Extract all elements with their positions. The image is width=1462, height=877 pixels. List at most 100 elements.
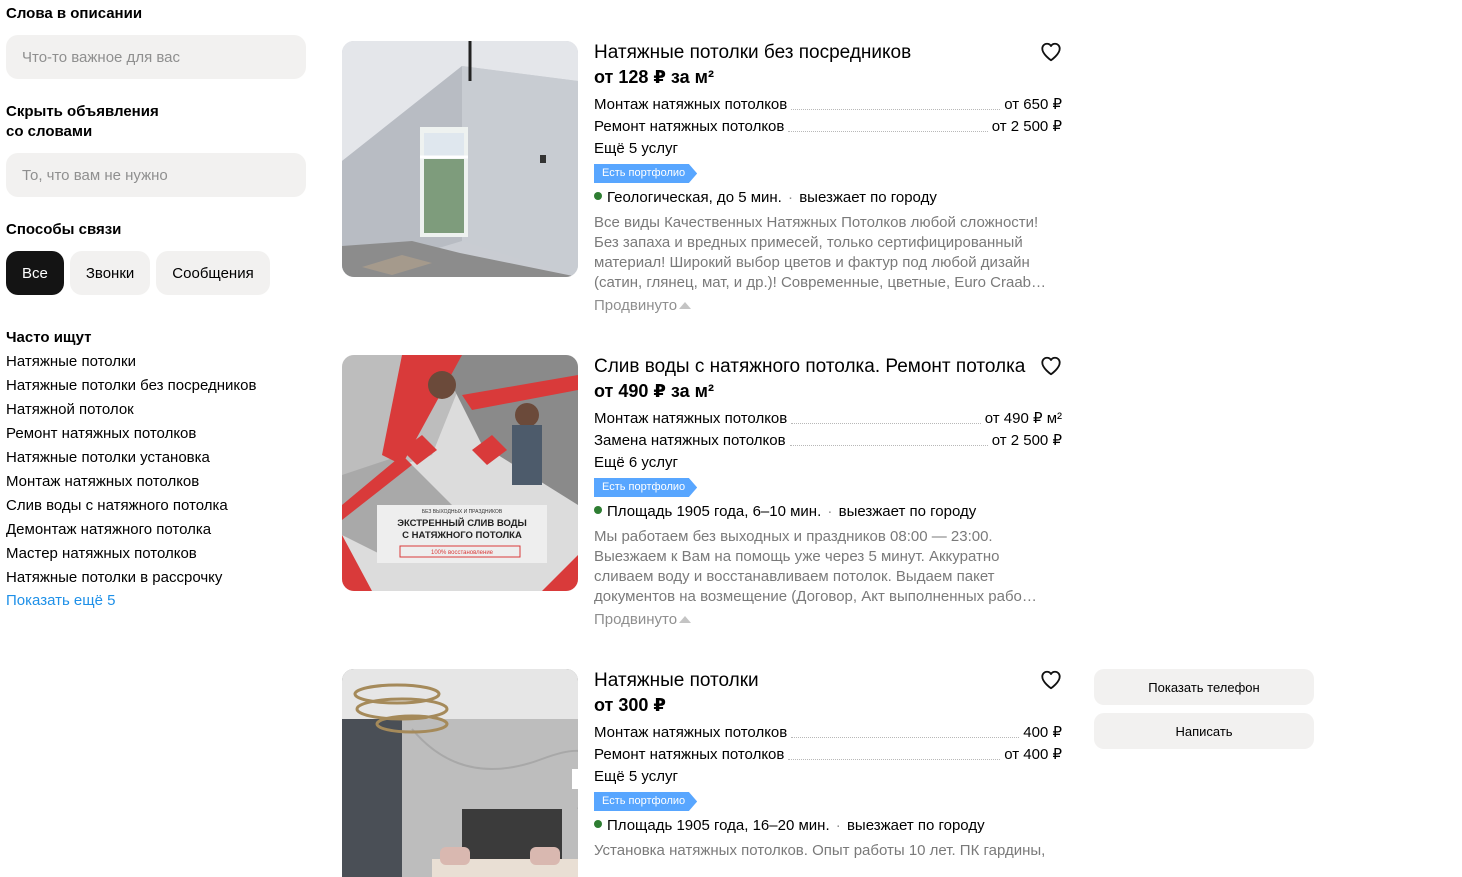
promoted-text: Продвинуто (594, 297, 678, 314)
listing-card[interactable]: БЕЗ ВЫХОДНЫХ И ПРАЗДНИКОВ ЭКСТРЕННЫЙ СЛИ… (342, 355, 1072, 655)
more-services-link[interactable]: Ещё 5 услуг (594, 766, 1062, 788)
listing-photo[interactable]: БЕЗ ВЫХОДНЫХ И ПРАЗДНИКОВ ЭКСТРЕННЫЙ СЛИ… (342, 355, 578, 591)
desc-words-title: Слова в описании (6, 5, 143, 22)
image-headline-line2: С НАТЯЖНОГО ПОТОЛКА (402, 530, 522, 541)
image-headline-line1: ЭКСТРЕННЫЙ СЛИВ ВОДЫ (397, 517, 527, 529)
contact-option-calls[interactable]: Звонки (69, 251, 151, 295)
service-name: Монтаж натяжных потолков (594, 410, 788, 427)
contact-methods-chips: Все Звонки Сообщения (6, 251, 270, 295)
hide-words-title-line1: Скрыть объявления (6, 103, 159, 120)
service-name: Ремонт натяжных потолков (594, 118, 785, 135)
location: Площадь 1905 года, 6–10 мин. · выезжает … (594, 501, 1062, 523)
promoted-arrow-icon (679, 616, 692, 623)
listing-title[interactable]: Натяжные потолки (594, 669, 1062, 693)
listing-info: Натяжные потолки от 300 ₽ Монтаж натяжны… (594, 669, 1062, 863)
portfolio-badge[interactable]: Есть портфолио (594, 478, 698, 497)
frequent-item[interactable]: Натяжные потолки установка (6, 446, 306, 470)
listing-card[interactable]: Натяжные потолки от 300 ₽ Монтаж натяжны… (342, 669, 1072, 877)
location-text: Площадь 1905 года, 6–10 мин. (607, 503, 822, 520)
dotted-leader (791, 737, 1020, 738)
listing-description: Все виды Качественных Натяжных Потолков … (594, 214, 1047, 291)
listing-photo[interactable] (342, 669, 578, 877)
hide-words-title: Скрыть объявления со словами (6, 102, 159, 142)
separator-dot: · (783, 189, 798, 206)
service-row: Монтаж натяжных потолков от 490 ₽ м² (594, 408, 1062, 430)
online-dot-icon (594, 820, 602, 828)
favorite-heart-icon[interactable] (1040, 355, 1062, 377)
service-price: от 400 ₽ (1004, 746, 1062, 763)
contact-option-all[interactable]: Все (6, 251, 64, 295)
listing-card[interactable]: Натяжные потолки без посредников от 128 … (342, 41, 1072, 341)
promoted-label: Продвинуто (594, 295, 1062, 317)
more-services-link[interactable]: Ещё 5 услуг (594, 138, 1062, 160)
online-dot-icon (594, 192, 602, 200)
dotted-leader (789, 445, 988, 446)
frequent-item[interactable]: Натяжные потолки без посредников (6, 374, 306, 398)
frequent-item[interactable]: Слив воды с натяжного потолка (6, 494, 306, 518)
dotted-leader (791, 109, 1001, 110)
frequent-item[interactable]: Демонтаж натяжного потолка (6, 518, 306, 542)
service-name: Монтаж натяжных потолков (594, 96, 788, 113)
service-price: от 2 500 ₽ (991, 432, 1062, 449)
travel-text: выезжает по городу (838, 503, 977, 520)
service-name: Замена натяжных потолков (594, 432, 786, 449)
frequent-item[interactable]: Натяжной потолок (6, 398, 306, 422)
portfolio-badge[interactable]: Есть портфолио (594, 164, 698, 183)
contact-actions: Показать телефон Написать (1094, 669, 1314, 757)
service-name: Монтаж натяжных потолков (594, 724, 788, 741)
listing-title[interactable]: Натяжные потолки без посредников (594, 41, 1062, 65)
listing-title[interactable]: Слив воды с натяжного потолка. Ремонт по… (594, 355, 1062, 379)
promoted-arrow-icon (679, 302, 692, 309)
write-message-button[interactable]: Написать (1094, 713, 1314, 749)
service-name: Ремонт натяжных потолков (594, 746, 785, 763)
contact-methods-title: Способы связи (6, 221, 122, 238)
listing-info: Натяжные потолки без посредников от 128 … (594, 41, 1062, 317)
travel-text: выезжает по городу (846, 817, 985, 834)
frequent-item[interactable]: Натяжные потолки (6, 350, 306, 374)
separator-dot: · (823, 503, 837, 520)
location-text: Площадь 1905 года, 16–20 мин. (607, 817, 830, 834)
listing-photo[interactable] (342, 41, 578, 277)
travel-text: выезжает по городу (799, 189, 937, 206)
listing-price: от 490 ₽ за м² (594, 381, 714, 401)
frequent-item[interactable]: Натяжные потолки в рассрочку (6, 566, 306, 590)
hide-words-title-line2: со словами (6, 123, 93, 140)
listing-info: Слив воды с натяжного потолка. Ремонт по… (594, 355, 1062, 631)
service-price: от 490 ₽ м² (984, 410, 1062, 427)
image-small-text: БЕЗ ВЫХОДНЫХ И ПРАЗДНИКОВ (422, 509, 503, 515)
contact-option-messages[interactable]: Сообщения (156, 251, 270, 295)
hide-words-input[interactable] (6, 153, 306, 197)
frequent-title: Часто ищут (6, 329, 92, 346)
service-row: Ремонт натяжных потолков от 400 ₽ (594, 744, 1062, 766)
separator-dot: · (831, 817, 845, 834)
frequent-list: Натяжные потолки Натяжные потолки без по… (6, 350, 306, 612)
listing-description: Мы работаем без выходных и праздников 08… (594, 528, 1037, 605)
frequent-item[interactable]: Ремонт натяжных потолков (6, 422, 306, 446)
frequent-item[interactable]: Мастер натяжных потолков (6, 542, 306, 566)
service-row: Ремонт натяжных потолков от 2 500 ₽ (594, 116, 1062, 138)
listing-price: от 300 ₽ (594, 695, 666, 715)
show-more-link[interactable]: Показать ещё 5 (6, 590, 306, 612)
dotted-leader (788, 759, 1001, 760)
show-phone-button[interactable]: Показать телефон (1094, 669, 1314, 705)
desc-words-input[interactable] (6, 35, 306, 79)
service-row: Монтаж натяжных потолков от 650 ₽ (594, 94, 1062, 116)
location: Геологическая, до 5 мин. · выезжает по г… (594, 187, 1062, 209)
frequent-item[interactable]: Монтаж натяжных потолков (6, 470, 306, 494)
favorite-heart-icon[interactable] (1040, 669, 1062, 691)
online-dot-icon (594, 506, 602, 514)
service-row: Монтаж натяжных потолков 400 ₽ (594, 722, 1062, 744)
listing-description: Установка натяжных потолков. Опыт работы… (594, 842, 1046, 863)
promoted-label: Продвинуто (594, 609, 1062, 631)
location: Площадь 1905 года, 16–20 мин. · выезжает… (594, 815, 1062, 837)
listing-price: от 128 ₽ за м² (594, 67, 714, 87)
service-price: от 650 ₽ (1004, 96, 1062, 113)
favorite-heart-icon[interactable] (1040, 41, 1062, 63)
service-row: Замена натяжных потолков от 2 500 ₽ (594, 430, 1062, 452)
image-tag-text: 100% восстановление (431, 550, 494, 556)
more-services-link[interactable]: Ещё 6 услуг (594, 452, 1062, 474)
service-price: 400 ₽ (1023, 724, 1062, 741)
dotted-leader (788, 131, 988, 132)
promoted-text: Продвинуто (594, 611, 678, 628)
portfolio-badge[interactable]: Есть портфолио (594, 792, 698, 811)
